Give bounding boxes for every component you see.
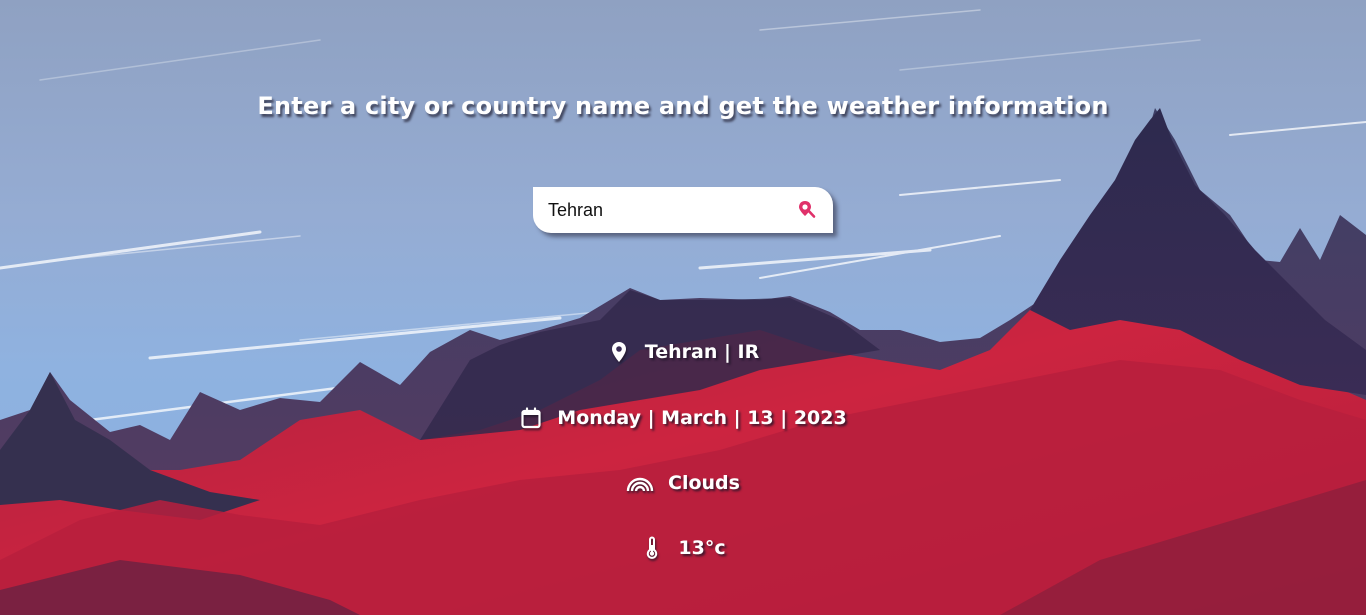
location-search-icon[interactable] [796, 199, 818, 221]
page-title: Enter a city or country name and get the… [257, 92, 1109, 120]
calendar-icon [519, 406, 543, 430]
date-row: Monday | March | 13 | 2023 [0, 406, 1366, 430]
weather-text: Clouds [668, 472, 740, 494]
thermometer-icon [640, 536, 664, 560]
location-row: Tehran | IR [0, 340, 1366, 364]
weather-row: Clouds [0, 471, 1366, 495]
rainbow-icon [626, 471, 654, 495]
location-text: Tehran | IR [644, 341, 760, 363]
city-search-input[interactable] [548, 197, 788, 223]
search-box[interactable] [533, 187, 833, 233]
weather-app: Enter a city or country name and get the… [0, 0, 1366, 615]
date-text: Monday | March | 13 | 2023 [557, 407, 847, 429]
temperature-row: 13°c [0, 536, 1366, 560]
temperature-text: 13°c [678, 537, 726, 559]
map-pin-icon [607, 340, 631, 364]
